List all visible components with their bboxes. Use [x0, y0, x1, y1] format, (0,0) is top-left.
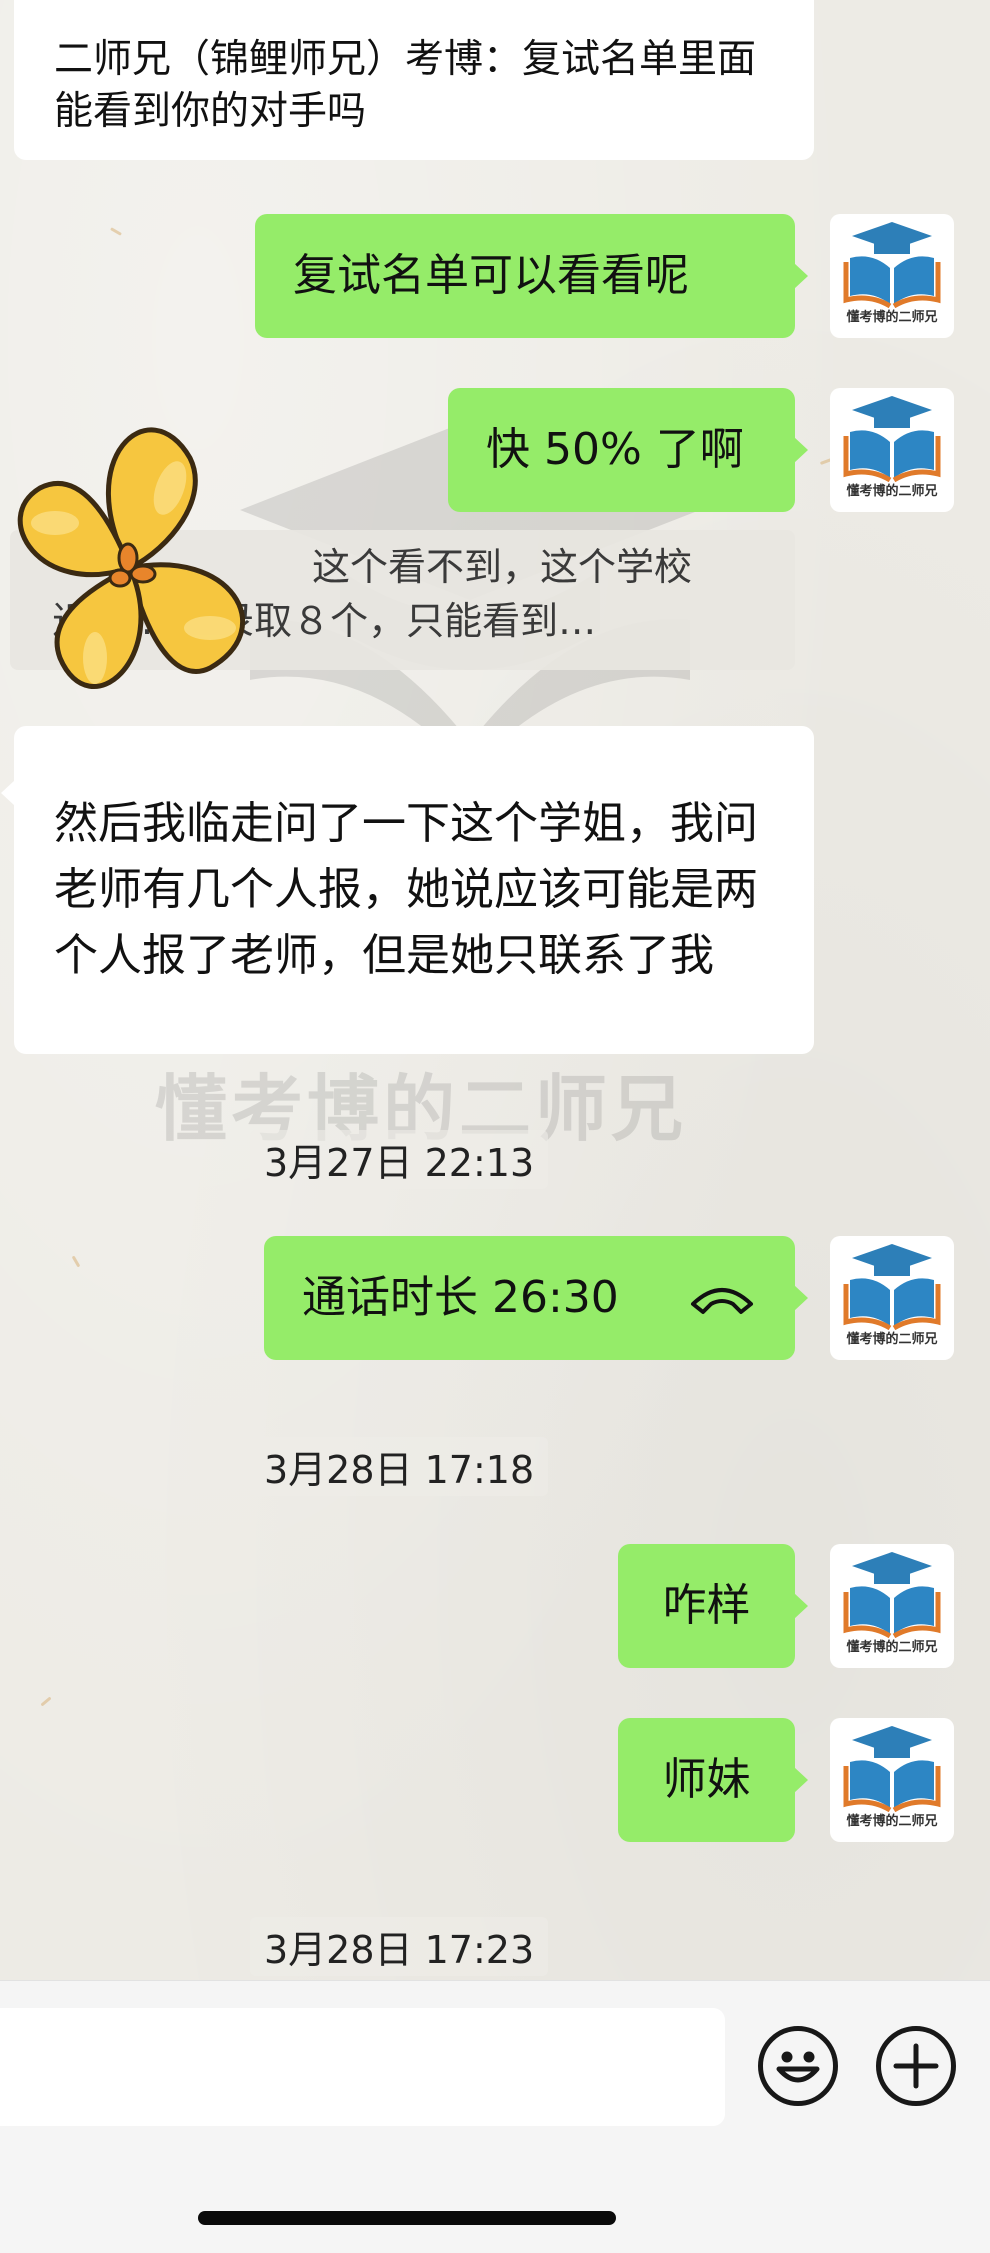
graduation-book-logo-icon: [843, 1552, 941, 1638]
more-button[interactable]: [876, 2026, 956, 2106]
avatar-caption: 懂考博的二师兄: [846, 310, 938, 325]
avatar[interactable]: 懂考博的二师兄: [830, 1718, 954, 1842]
graduation-book-logo-icon: [843, 1244, 941, 1330]
message-input[interactable]: [0, 2008, 725, 2126]
message-sent[interactable]: 快 50% 了啊: [448, 388, 808, 512]
avatar[interactable]: 懂考博的二师兄: [830, 388, 954, 512]
message-text: 然后我临走问了一下这个学姐，我问老师有几个人报，她说应该可能是两个人报了老师，但…: [54, 798, 758, 981]
call-duration-text: 通话时长 26:30: [302, 1272, 619, 1323]
avatar[interactable]: 懂考博的二师兄: [830, 214, 954, 338]
flower-sticker-icon: [17, 427, 245, 689]
timestamp: 3月28日 17:18: [250, 1437, 549, 1496]
message-sent[interactable]: 师妹: [618, 1718, 808, 1842]
timestamp: 3月27日 22:13: [250, 1130, 549, 1189]
avatar-caption: 懂考博的二师兄: [846, 1332, 938, 1347]
plus-circle-icon: [893, 2043, 939, 2089]
avatar-caption: 懂考博的二师兄: [846, 1640, 938, 1655]
call-record-message[interactable]: 通话时长 26:30: [264, 1236, 808, 1360]
message-text: 复试名单可以看看呢: [293, 250, 689, 301]
graduation-book-logo-icon: [843, 1726, 941, 1812]
message-sent[interactable]: 复试名单可以看看呢: [255, 214, 808, 338]
message-received[interactable]: 然后我临走问了一下这个学姐，我问老师有几个人报，她说应该可能是两个人报了老师，但…: [1, 726, 814, 1054]
phone-hangup-icon: [691, 1288, 753, 1314]
graduation-book-logo-icon: [843, 396, 941, 482]
message-text: 快 50% 了啊: [486, 424, 744, 475]
avatar[interactable]: 懂考博的二师兄: [830, 1544, 954, 1668]
avatar-caption: 懂考博的二师兄: [846, 484, 938, 499]
message-text: 二师兄（锦鲤师兄）考博：复试名单里面能看到你的对手吗: [54, 37, 757, 134]
home-indicator[interactable]: [198, 2211, 616, 2225]
message-sent[interactable]: 咋样: [618, 1544, 808, 1668]
message-received[interactable]: 二师兄（锦鲤师兄）考博：复试名单里面能看到你的对手吗: [14, 0, 814, 160]
message-text: 师妹: [662, 1754, 751, 1805]
timestamp: 3月28日 17:23: [250, 1917, 549, 1976]
avatar[interactable]: 懂考博的二师兄: [830, 1236, 954, 1360]
graduation-book-logo-icon: [843, 222, 941, 308]
emoji-button[interactable]: [758, 2026, 838, 2106]
avatar-caption: 懂考博的二师兄: [846, 1814, 938, 1829]
smiley-icon: [776, 2051, 820, 2083]
message-text: 咋样: [662, 1580, 751, 1631]
